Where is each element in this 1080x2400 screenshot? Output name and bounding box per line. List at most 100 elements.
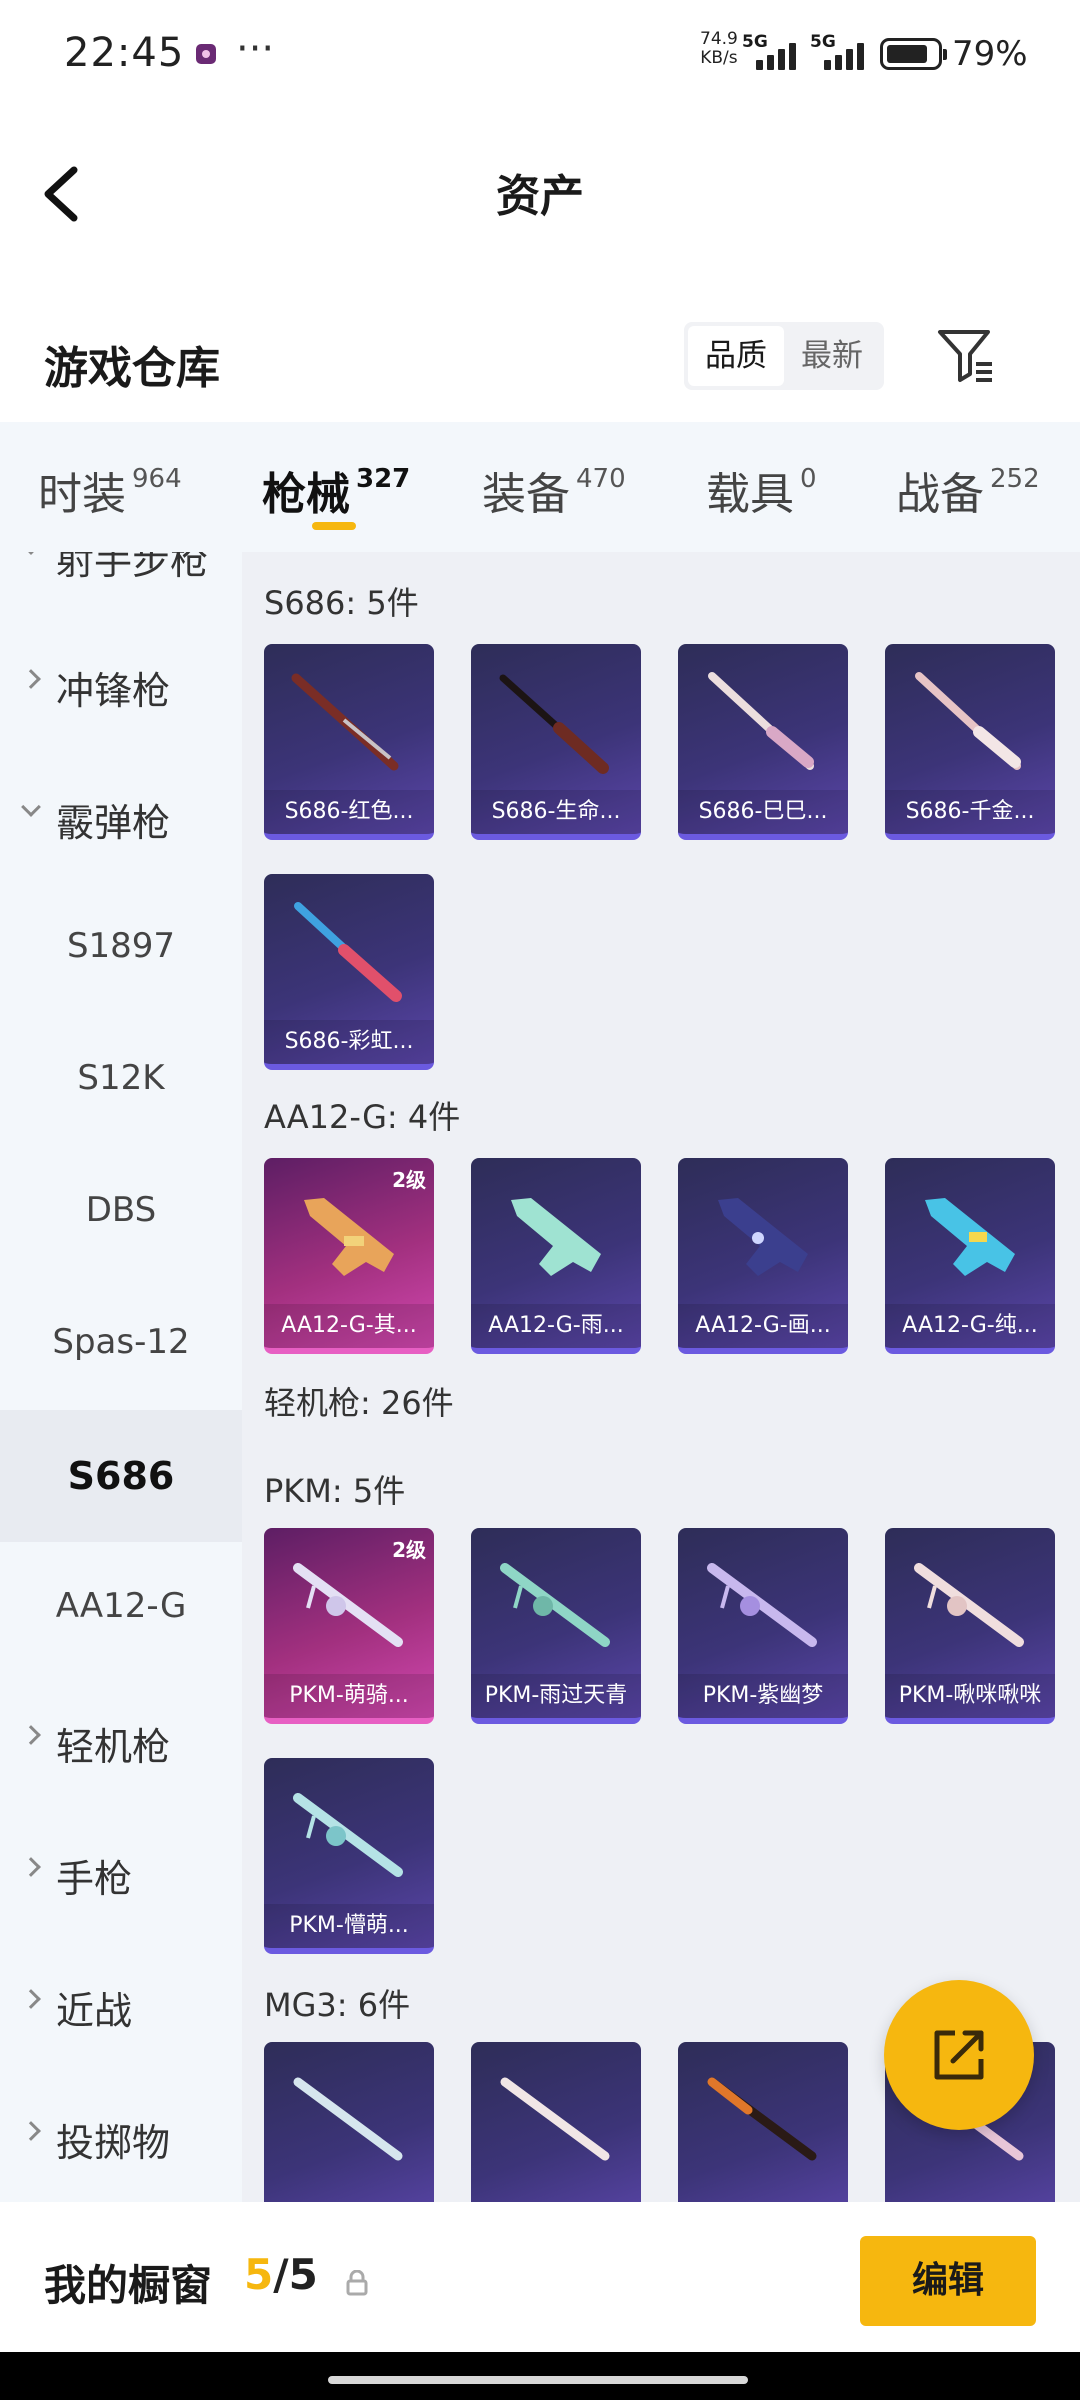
item-name: S686-巳巳... xyxy=(678,790,848,834)
sidebar-item-melee[interactable]: 近战 xyxy=(0,1938,242,2070)
item-card[interactable]: PKM-紫幽梦 xyxy=(678,1528,848,1724)
machine-gun-icon xyxy=(293,1793,403,1877)
showcase-count: 5/5 xyxy=(244,2250,318,2299)
sidebar-item-s12k[interactable]: S12K xyxy=(0,1014,242,1146)
sidebar-item-label: 冲锋枪 xyxy=(56,669,171,713)
showcase-separator: / xyxy=(273,2250,289,2299)
sidebar-item-dbs[interactable]: DBS xyxy=(0,1146,242,1278)
tab-firearms[interactable]: 枪械 327 xyxy=(262,458,410,522)
network-speed-value: 74.9 xyxy=(700,29,738,49)
app-notification-icon xyxy=(196,44,216,64)
sidebar-item-smg[interactable]: 冲锋枪 xyxy=(0,618,242,750)
item-card[interactable] xyxy=(264,2042,434,2202)
tab-equipment[interactable]: 装备 470 xyxy=(482,458,626,522)
rifle-icon xyxy=(304,1198,394,1276)
filter-button[interactable] xyxy=(934,324,998,388)
rifle-icon xyxy=(718,1198,808,1276)
sidebar-item-spas12[interactable]: Spas-12 xyxy=(0,1278,242,1410)
sidebar-item-label: S1897 xyxy=(66,926,176,966)
rifle-icon xyxy=(925,1198,1015,1276)
tab-label: 载具 xyxy=(706,469,794,520)
machine-gun-icon xyxy=(707,1563,817,1647)
sidebar-item-throwable[interactable]: 投掷物 xyxy=(0,2070,242,2202)
item-name: PKM-紫幽梦 xyxy=(678,1674,848,1718)
page-title: 资产 xyxy=(496,171,584,222)
share-icon xyxy=(934,2030,984,2080)
sidebar-item-lmg[interactable]: 轻机枪 xyxy=(0,1674,242,1806)
shotgun-icon xyxy=(915,672,1021,770)
tab-label: 装备 xyxy=(482,469,570,520)
showcase-max: 5 xyxy=(288,2250,318,2299)
signal-1-label: 5G xyxy=(742,32,768,52)
sidebar-item-label: DBS xyxy=(85,1190,157,1230)
chevron-right-icon xyxy=(21,1857,41,1877)
weapon-category-sidebar[interactable]: 射手步枪 冲锋枪 霰弹枪 S1897 S12K DBS Spas-12 S686… xyxy=(0,552,242,2202)
item-card[interactable]: S686-彩虹... xyxy=(264,874,434,1070)
sort-newest-button[interactable]: 最新 xyxy=(784,326,880,386)
tab-fashion[interactable]: 时装 964 xyxy=(38,458,182,522)
item-name: S686-生命... xyxy=(471,790,641,834)
status-bar: 22:45 ··· 74.9 KB/s 5G 5G 79% xyxy=(0,0,1080,108)
battery-percent: 79% xyxy=(952,34,1028,74)
tab-vehicles[interactable]: 载具 0 xyxy=(706,458,817,522)
item-name: PKM-啾咪啾咪 xyxy=(885,1674,1055,1718)
share-button[interactable] xyxy=(884,1980,1034,2130)
chevron-down-icon xyxy=(21,797,41,817)
sidebar-item-label: S12K xyxy=(77,1058,165,1098)
item-grid[interactable]: S686: 5件 S686-红色... S686-生命... S686-巳巳..… xyxy=(242,552,1080,2202)
sidebar-item-label: AA12-G xyxy=(55,1586,187,1626)
item-card[interactable]: AA12-G-纯... xyxy=(885,1158,1055,1354)
sidebar-item-s686[interactable]: S686 xyxy=(0,1410,242,1542)
tab-supplies[interactable]: 战备 252 xyxy=(896,458,1040,522)
sort-quality-button[interactable]: 品质 xyxy=(688,326,784,386)
status-time: 22:45 xyxy=(64,30,185,76)
tab-count: 964 xyxy=(132,464,182,494)
section-title-lmg: 轻机枪: 26件 xyxy=(264,1384,454,1422)
machine-gun-icon xyxy=(500,2077,610,2161)
item-card[interactable]: S686-红色... xyxy=(264,644,434,840)
item-card[interactable]: 2级 PKM-萌骑... xyxy=(264,1528,434,1724)
edit-button[interactable]: 编辑 xyxy=(860,2236,1036,2326)
sidebar-item-aa12g[interactable]: AA12-G xyxy=(0,1542,242,1674)
chevron-right-icon xyxy=(21,2121,41,2141)
item-card[interactable]: S686-巳巳... xyxy=(678,644,848,840)
sidebar-item-label: 霰弹枪 xyxy=(56,801,171,845)
item-card[interactable]: 2级 AA12-G-其... xyxy=(264,1158,434,1354)
sidebar-item-pistol[interactable]: 手枪 xyxy=(0,1806,242,1938)
item-card[interactable]: PKM-懵萌... xyxy=(264,1758,434,1954)
item-card[interactable]: S686-生命... xyxy=(471,644,641,840)
showcase-title: 我的橱窗 xyxy=(44,2261,213,2310)
item-card[interactable] xyxy=(678,2042,848,2202)
item-card[interactable] xyxy=(471,2042,641,2202)
sidebar-item-s1897[interactable]: S1897 xyxy=(0,882,242,1014)
section-title-pkm: PKM: 5件 xyxy=(264,1472,406,1510)
sidebar-item-dmr[interactable]: 射手步枪 xyxy=(0,552,242,620)
item-card[interactable]: AA12-G-画... xyxy=(678,1158,848,1354)
tab-label: 时装 xyxy=(38,469,126,520)
sidebar-item-shotgun[interactable]: 霰弹枪 xyxy=(0,750,242,882)
network-speed: 74.9 KB/s xyxy=(700,30,738,68)
battery-icon xyxy=(880,38,947,70)
tab-count: 0 xyxy=(800,464,817,494)
sidebar-item-label: 投掷物 xyxy=(56,2121,171,2165)
item-name: S686-彩虹... xyxy=(264,1020,434,1064)
item-card[interactable]: AA12-G-雨... xyxy=(471,1158,641,1354)
machine-gun-icon xyxy=(293,2077,403,2161)
item-card[interactable]: S686-千金... xyxy=(885,644,1055,840)
chevron-down-icon xyxy=(21,552,41,555)
system-nav-bar xyxy=(0,2352,1080,2400)
tab-count: 252 xyxy=(990,464,1040,494)
app-header: 资产 xyxy=(0,108,1080,268)
shotgun-icon xyxy=(294,902,402,1002)
machine-gun-icon xyxy=(707,2077,817,2161)
warehouse-bar: 游戏仓库 品质 最新 xyxy=(0,300,1080,416)
item-name: PKM-雨过天青 xyxy=(471,1674,641,1718)
tab-count: 470 xyxy=(576,464,626,494)
warehouse-title: 游戏仓库 xyxy=(44,343,220,394)
item-card[interactable]: PKM-雨过天青 xyxy=(471,1528,641,1724)
item-card[interactable]: PKM-啾咪啾咪 xyxy=(885,1528,1055,1724)
chevron-right-icon xyxy=(21,1989,41,2009)
sidebar-item-label: S686 xyxy=(67,1454,175,1498)
shotgun-icon xyxy=(291,673,399,771)
home-indicator[interactable] xyxy=(328,2376,748,2384)
